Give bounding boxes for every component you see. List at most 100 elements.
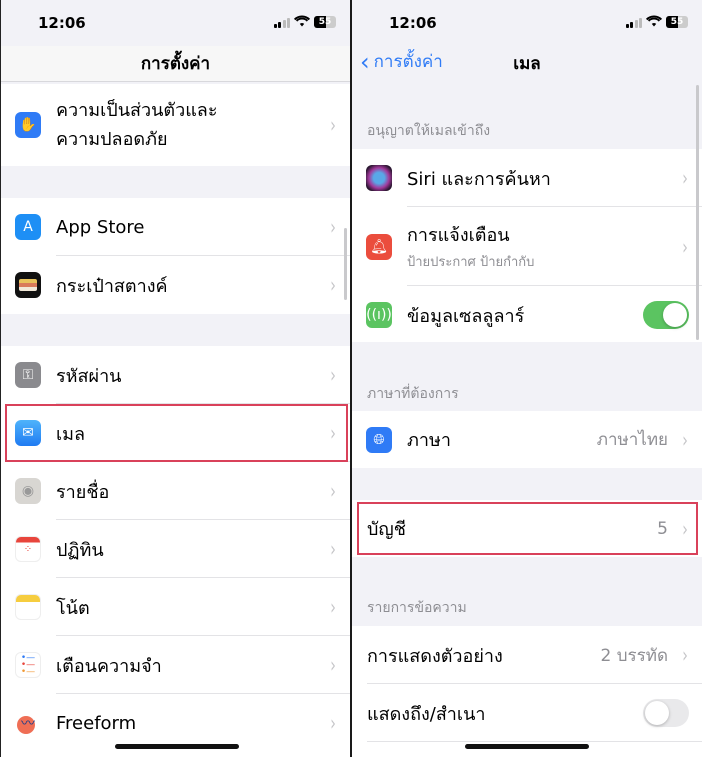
settings-item-passwords[interactable]: ⚿ รหัสผ่าน › [1, 346, 350, 404]
calendar-icon: ⁘ [15, 536, 41, 562]
antenna-icon: ((ı)) [366, 302, 392, 328]
cellular-data-item: ((ı)) ข้อมูลเซลลูลาร์ [352, 286, 702, 344]
chevron-right-icon: › [330, 113, 336, 137]
chevron-right-icon: › [682, 166, 688, 190]
notes-icon [15, 594, 41, 620]
preview-item[interactable]: การแสดงตัวอย่าง 2 บรรทัด › [352, 626, 702, 684]
item-subtitle: ป้ายประกาศ ป้ายกำกับ [407, 255, 535, 270]
hand-icon: ✋ [15, 112, 41, 138]
toggle-knob [645, 701, 669, 725]
toggle-knob [663, 303, 687, 327]
settings-item-privacy[interactable]: ✋ ความเป็นส่วนตัวและความปลอดภัย › [1, 84, 350, 166]
settings-item-reminders[interactable]: •— •— •— เตือนความจำ › [1, 636, 350, 694]
signal-icon [273, 18, 290, 28]
globe-icon: 🌐︎ [366, 426, 392, 453]
chevron-right-icon: › [330, 215, 336, 239]
settings-item-notes[interactable]: โน้ต › [1, 578, 350, 636]
siri-icon [366, 165, 392, 191]
accounts-item[interactable]: บัญชี 5 › [352, 500, 702, 557]
store-group: A App Store › กระเป๋าสตางค์ › [1, 198, 350, 314]
freeform-icon: 〰 [15, 710, 41, 736]
privacy-group: ✋ ความเป็นส่วนตัวและความปลอดภัย › [1, 84, 350, 166]
apps-group: ⚿ รหัสผ่าน › ✉ เมล › ◉ รายชื่อ › ⁘ ปฏิทิ… [1, 346, 350, 757]
item-label: App Store [56, 216, 145, 238]
accounts-group: บัญชี 5 › [352, 500, 702, 557]
status-bar: 12:06 55 [1, 0, 350, 46]
settings-item-app-store[interactable]: A App Store › [1, 198, 350, 256]
chevron-right-icon: › [330, 273, 336, 297]
item-label: กระเป๋าสตางค์ [56, 275, 168, 297]
chevron-right-icon: › [330, 595, 336, 619]
item-label: Freeform [56, 712, 137, 734]
language-item[interactable]: 🌐︎ ภาษา ภาษาไทย › [352, 411, 702, 468]
separator [367, 741, 702, 742]
item-label: ความเป็นส่วนตัวและ [56, 100, 218, 121]
section-header: รายการข้อความ [367, 600, 467, 616]
home-indicator [465, 744, 589, 749]
item-label: รหัสผ่าน [56, 365, 122, 387]
cellular-toggle[interactable] [643, 301, 689, 329]
item-label: โน้ต [56, 597, 90, 619]
item-label: บัญชี [367, 519, 406, 540]
status-bar: 12:06 55 [352, 0, 702, 46]
chevron-right-icon: › [330, 421, 336, 445]
chevron-right-icon: › [682, 516, 688, 541]
settings-item-wallet[interactable]: กระเป๋าสตางค์ › [1, 256, 350, 314]
section-header: ภาษาที่ต้องการ [367, 386, 459, 402]
item-label: การแจ้งเตือน [407, 225, 510, 246]
status-time: 12:06 [389, 14, 437, 32]
signal-icon [625, 18, 642, 28]
chevron-right-icon: › [330, 653, 336, 677]
item-label: Siri และการค้นหา [407, 168, 551, 190]
scrollbar[interactable] [344, 228, 347, 300]
section-header: อนุญาตให้เมลเข้าถึง [367, 123, 491, 139]
chevron-right-icon: › [682, 234, 688, 259]
battery-icon: 55 [314, 16, 336, 28]
settings-item-calendar[interactable]: ⁘ ปฏิทิน › [1, 520, 350, 578]
reminders-icon: •— •— •— [15, 652, 41, 678]
item-label: เมล [56, 423, 86, 445]
chevron-right-icon: › [682, 643, 688, 667]
app-store-icon: A [15, 214, 41, 240]
chevron-right-icon: › [330, 537, 336, 561]
wallet-icon [15, 272, 41, 298]
message-list-group: การแสดงตัวอย่าง 2 บรรทัด › แสดงถึง/สำเนา [352, 626, 702, 757]
nav-bar: การตั้งค่า [1, 46, 350, 82]
language-group: 🌐︎ ภาษา ภาษาไทย › [352, 411, 702, 468]
item-label: ข้อมูลเซลลูลาร์ [407, 305, 525, 327]
wifi-icon [646, 15, 662, 27]
item-value: 5 [657, 518, 668, 539]
status-time: 12:06 [38, 14, 86, 32]
home-indicator [115, 744, 239, 749]
item-value: 2 บรรทัด [600, 645, 668, 666]
item-label: ความปลอดภัย [56, 129, 168, 150]
item-label: การแสดงตัวอย่าง [367, 645, 503, 667]
access-group: Siri และการค้นหา › 🔔︎ การแจ้งเตือน ป้ายป… [352, 149, 702, 342]
chevron-right-icon: › [330, 711, 336, 735]
settings-panel: 12:06 55 การตั้งค่า ✋ ความเป็นส่วนตัวและ… [0, 0, 350, 757]
item-label: ภาษา [407, 430, 451, 451]
show-to-cc-toggle[interactable] [643, 699, 689, 727]
chevron-right-icon: › [330, 363, 336, 387]
chevron-right-icon: › [330, 479, 336, 503]
contacts-icon: ◉ [15, 478, 41, 504]
nav-bar: ‹ การตั้งค่า เมล [352, 46, 702, 82]
item-label: แสดงถึง/สำเนา [367, 703, 486, 725]
item-label: เตือนความจำ [56, 655, 162, 677]
key-icon: ⚿ [15, 362, 41, 388]
item-value: ภาษาไทย [596, 430, 668, 450]
page-title: การตั้งค่า [140, 54, 211, 74]
wifi-icon [294, 15, 310, 27]
scrollbar[interactable] [696, 85, 699, 340]
item-label: ปฏิทิน [56, 539, 104, 561]
item-label: รายชื่อ [56, 481, 110, 503]
settings-item-mail[interactable]: ✉ เมล › [1, 404, 350, 462]
bell-icon: 🔔︎ [366, 233, 392, 260]
mail-settings-panel: 12:06 55 ‹ การตั้งค่า เมล อนุญาตให้เมลเข… [352, 0, 702, 757]
siri-search-item[interactable]: Siri และการค้นหา › [352, 149, 702, 207]
chevron-right-icon: › [682, 427, 688, 452]
notifications-item[interactable]: 🔔︎ การแจ้งเตือน ป้ายประกาศ ป้ายกำกับ › [352, 207, 702, 286]
battery-icon: 55 [666, 16, 688, 28]
settings-item-contacts[interactable]: ◉ รายชื่อ › [1, 462, 350, 520]
page-title: เมล [513, 54, 541, 74]
